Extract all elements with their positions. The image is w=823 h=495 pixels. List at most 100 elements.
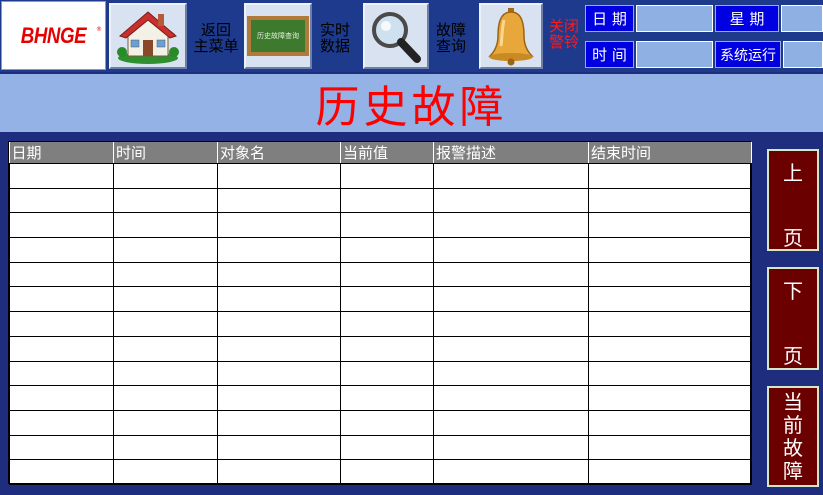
table-cell xyxy=(340,212,434,239)
table-cell xyxy=(433,261,589,288)
table-row[interactable] xyxy=(9,434,752,461)
prev-page-label-1: 上 xyxy=(783,161,803,185)
table-cell xyxy=(217,434,341,461)
table-row[interactable] xyxy=(9,237,752,263)
column-header-end-time: 结束时间 xyxy=(588,142,752,164)
table-cell xyxy=(113,434,218,461)
history-query-button[interactable]: 历史故障查询 xyxy=(244,3,312,69)
back-main-menu-label[interactable]: 返回 主菜单 xyxy=(190,22,242,54)
table-cell xyxy=(9,459,114,485)
table-cell xyxy=(113,187,218,214)
table-cell xyxy=(588,459,752,485)
table-cell xyxy=(340,311,434,337)
table-cell xyxy=(588,187,752,214)
table-cell xyxy=(9,163,114,189)
realtime-label-line1: 实时 xyxy=(319,21,350,39)
title-band: 历史故障 xyxy=(0,74,823,133)
table-row[interactable] xyxy=(9,286,752,313)
table-cell xyxy=(433,163,589,189)
table-cell xyxy=(9,409,114,436)
history-fault-screen: BHNGE ® 返回 主菜单 历史故障查询 实时 数据 故障 查询 关闭 警铃 … xyxy=(0,0,823,495)
date-value xyxy=(636,5,713,32)
table-cell xyxy=(217,212,341,239)
realtime-data-label[interactable]: 实时 数据 xyxy=(316,22,354,54)
table-cell xyxy=(217,237,341,263)
table-cell xyxy=(433,385,589,411)
table-row[interactable] xyxy=(9,459,752,485)
table-cell xyxy=(433,434,589,461)
table-cell xyxy=(217,385,341,411)
table-cell xyxy=(9,385,114,411)
next-page-label-1: 下 xyxy=(783,279,803,303)
table-cell xyxy=(113,409,218,436)
table-body xyxy=(9,163,752,485)
table-cell xyxy=(217,360,341,387)
table-cell xyxy=(433,286,589,313)
table-cell xyxy=(433,237,589,263)
table-row[interactable] xyxy=(9,409,752,436)
search-button[interactable] xyxy=(363,3,429,69)
table-cell xyxy=(588,261,752,288)
table-cell xyxy=(113,212,218,239)
table-cell xyxy=(340,187,434,214)
table-cell xyxy=(588,360,752,387)
home-button[interactable] xyxy=(109,3,187,69)
table-cell xyxy=(217,261,341,288)
week-label: 星 期 xyxy=(715,5,779,32)
current-fault-button[interactable]: 当 前 故 障 xyxy=(767,386,819,487)
system-run-value xyxy=(783,41,823,68)
table-cell xyxy=(217,459,341,485)
current-fault-label-2: 前 xyxy=(783,413,803,437)
alarm-bell-button[interactable] xyxy=(479,3,543,69)
table-cell xyxy=(217,311,341,337)
table-cell xyxy=(113,385,218,411)
table-cell xyxy=(433,212,589,239)
fault-table: 日期 时间 对象名 当前值 报警描述 结束时间 xyxy=(9,142,752,485)
column-header-alarm-description: 报警描述 xyxy=(433,142,589,164)
fault-query-label[interactable]: 故障 查询 xyxy=(432,22,470,54)
next-page-button[interactable]: 下 页 xyxy=(767,267,819,370)
table-cell xyxy=(9,212,114,239)
table-cell xyxy=(340,261,434,288)
top-toolbar: BHNGE ® 返回 主菜单 历史故障查询 实时 数据 故障 查询 关闭 警铃 … xyxy=(0,0,823,72)
table-cell xyxy=(588,335,752,362)
table-cell xyxy=(113,261,218,288)
table-cell xyxy=(433,409,589,436)
bell-icon xyxy=(488,8,534,66)
current-fault-label-1: 当 xyxy=(783,390,803,414)
table-cell xyxy=(9,434,114,461)
column-header-current-value: 当前值 xyxy=(340,142,434,164)
table-row[interactable] xyxy=(9,261,752,288)
table-cell xyxy=(217,187,341,214)
table-cell xyxy=(9,187,114,214)
table-cell xyxy=(217,335,341,362)
table-cell xyxy=(588,163,752,189)
column-header-time: 时间 xyxy=(113,142,218,164)
table-cell xyxy=(340,434,434,461)
query-label-line2: 查询 xyxy=(435,37,466,55)
registered-mark: ® xyxy=(96,26,102,33)
table-row[interactable] xyxy=(9,187,752,214)
table-row[interactable] xyxy=(9,385,752,411)
table-cell xyxy=(113,311,218,337)
system-run-label: 系统运行 xyxy=(715,41,781,68)
realtime-label-line2: 数据 xyxy=(319,37,350,55)
table-row[interactable] xyxy=(9,311,752,337)
table-row[interactable] xyxy=(9,163,752,189)
table-row[interactable] xyxy=(9,335,752,362)
bell-label-line2: 警铃 xyxy=(548,33,579,51)
table-cell xyxy=(217,286,341,313)
table-cell xyxy=(340,459,434,485)
prev-page-button[interactable]: 上 页 xyxy=(767,149,819,251)
table-row[interactable] xyxy=(9,212,752,239)
table-cell xyxy=(9,311,114,337)
date-label: 日 期 xyxy=(585,5,634,32)
table-row[interactable] xyxy=(9,360,752,387)
table-cell xyxy=(9,286,114,313)
time-value xyxy=(636,41,713,68)
chalkboard-icon: 历史故障查询 xyxy=(247,16,309,56)
prev-page-label-2: 页 xyxy=(783,226,803,250)
close-alarm-label[interactable]: 关闭 警铃 xyxy=(546,18,582,50)
table-cell xyxy=(340,335,434,362)
table-cell xyxy=(217,163,341,189)
